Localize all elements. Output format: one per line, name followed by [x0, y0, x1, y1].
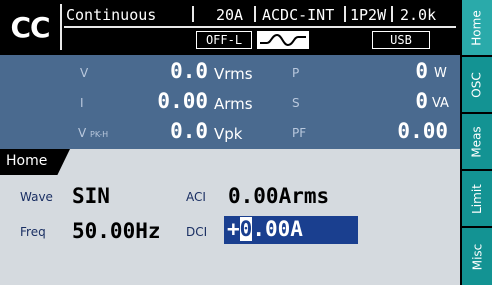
- tab-misc[interactable]: Misc: [462, 228, 492, 285]
- frequency-range-label: 2.0k: [400, 6, 437, 24]
- dci-label: DCI: [186, 225, 208, 239]
- divider: [344, 6, 346, 22]
- status-underline: [64, 26, 456, 28]
- voltage-value: 0.0: [170, 59, 208, 83]
- dci-sign: +: [227, 217, 240, 241]
- wave-label: Wave: [20, 190, 53, 204]
- current-range-label: 20A: [216, 6, 244, 24]
- peak-voltage-symbol: V: [78, 126, 87, 140]
- usb-indicator: USB: [372, 31, 430, 49]
- voltage-unit: Vrms: [214, 65, 253, 83]
- freq-value[interactable]: 50.00Hz: [72, 219, 161, 243]
- mode-badge: CC: [10, 10, 50, 44]
- dci-cursor-digit: 0: [239, 217, 253, 241]
- peak-voltage-label: V PK-H: [78, 126, 108, 140]
- aci-label: ACI: [186, 190, 206, 204]
- aci-value[interactable]: 0.00Arms: [228, 184, 329, 208]
- dci-edit-field[interactable]: +0.00A: [224, 216, 358, 244]
- peak-voltage-unit: Vpk: [214, 125, 243, 143]
- apparent-power-label: S: [292, 96, 300, 110]
- power-label: P: [292, 66, 300, 80]
- voltage-label: V: [80, 66, 89, 80]
- peak-voltage-subscript: PK-H: [90, 130, 109, 139]
- power-factor-label: PF: [292, 126, 307, 140]
- tab-meas[interactable]: Meas: [462, 114, 492, 169]
- current-unit: Arms: [214, 95, 253, 113]
- divider: [254, 6, 256, 22]
- wave-value[interactable]: SIN: [72, 184, 110, 208]
- phase-label: 1P2W: [350, 6, 387, 24]
- tab-limit[interactable]: Limit: [462, 171, 492, 226]
- coupling-label: ACDC-INT: [262, 6, 335, 24]
- power-unit: W: [434, 66, 447, 81]
- current-label: I: [80, 96, 84, 110]
- tab-home[interactable]: Home: [462, 0, 492, 55]
- current-value: 0.00: [157, 89, 208, 113]
- power-value: 0: [415, 59, 428, 83]
- divider: [60, 4, 62, 50]
- peak-voltage-value: 0.0: [170, 119, 208, 143]
- divider: [391, 6, 393, 22]
- output-mode-label: Continuous: [66, 6, 157, 24]
- apparent-power-unit: VA: [432, 96, 449, 111]
- home-header: [0, 149, 460, 175]
- apparent-power-value: 0: [415, 89, 428, 113]
- freq-label: Freq: [20, 225, 46, 239]
- limiter-indicator: OFF-L: [196, 31, 252, 49]
- sine-wave-icon: [257, 31, 309, 49]
- power-factor-value: 0.00: [397, 119, 448, 143]
- tab-osc[interactable]: OSC: [462, 57, 492, 112]
- dci-rest: .00A: [252, 217, 303, 241]
- divider: [192, 6, 194, 22]
